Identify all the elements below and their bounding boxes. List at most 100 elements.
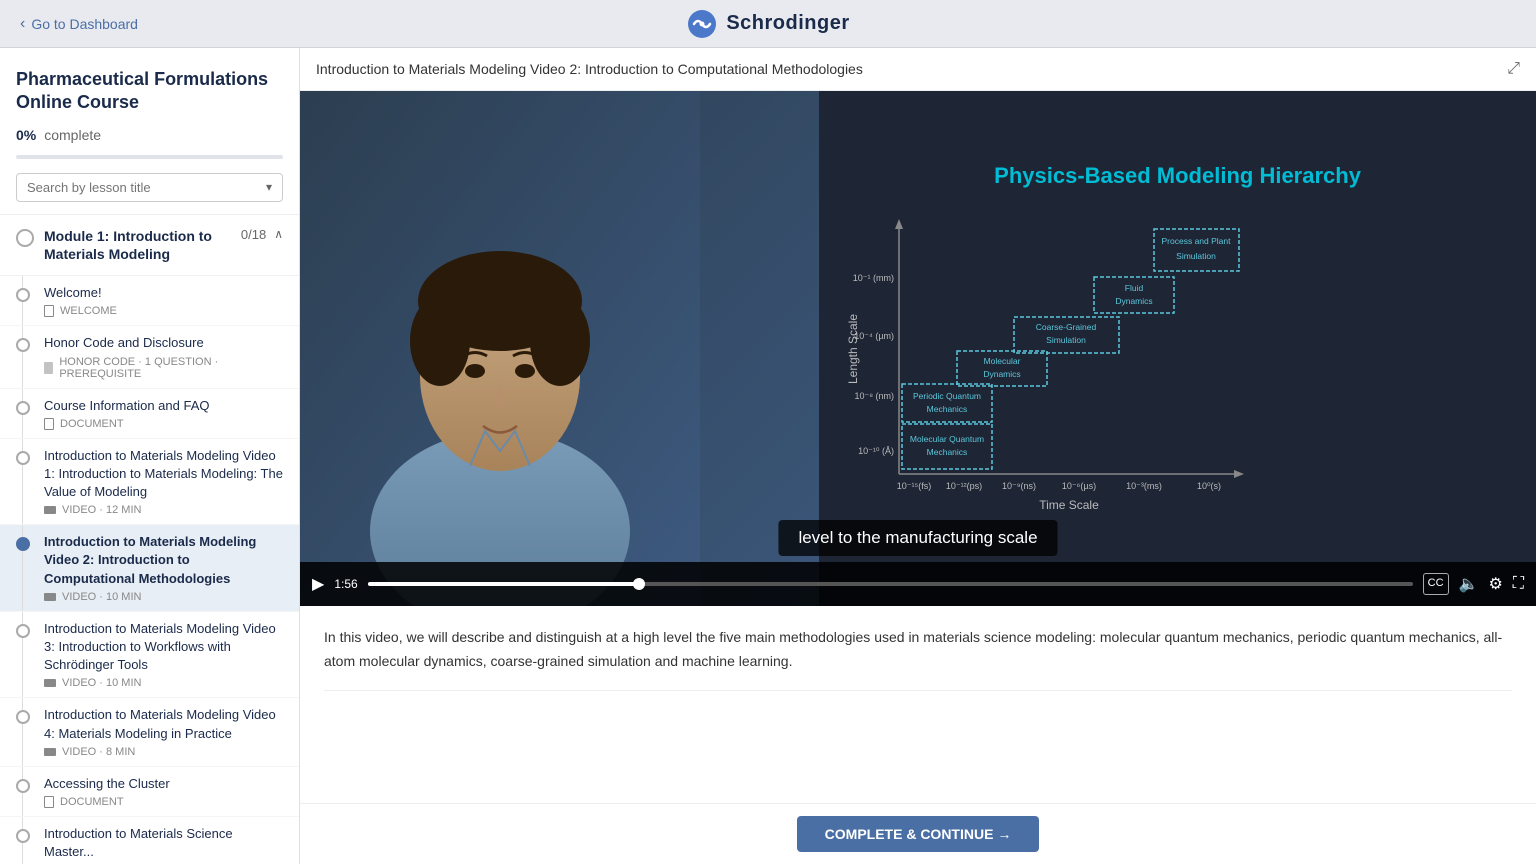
- lesson-meta: VIDEO · 10 MIN: [44, 591, 283, 603]
- lesson-circle-icon: [16, 451, 30, 465]
- chevron-left-icon: ‹: [20, 15, 25, 33]
- subtitle-text: level to the manufacturing scale: [798, 528, 1037, 547]
- lesson-type-label: DOCUMENT: [60, 418, 124, 430]
- lesson-item-video2[interactable]: Introduction to Materials Modeling Video…: [0, 525, 299, 612]
- quiz-icon: [44, 362, 53, 374]
- module-title-row: Module 1: Introduction to Materials Mode…: [44, 227, 266, 263]
- back-to-dashboard-link[interactable]: ‹ Go to Dashboard: [20, 15, 138, 33]
- lesson-type-label: HONOR CODE · 1 QUESTION · PREREQUISITE: [59, 356, 283, 380]
- lesson-title: Introduction to Materials Modeling Video…: [44, 620, 283, 675]
- svg-text:Dynamics: Dynamics: [1115, 296, 1152, 306]
- progress-track[interactable]: [368, 582, 1413, 586]
- progress-row: 0% complete: [16, 127, 283, 143]
- lesson-title: Introduction to Materials Modeling Video…: [44, 706, 283, 742]
- lesson-circle-icon: [16, 537, 30, 551]
- svg-text:Mechanics: Mechanics: [927, 447, 968, 457]
- video-icon: [44, 679, 56, 687]
- lesson-circle-icon: [16, 401, 30, 415]
- svg-text:10⁻³(ms): 10⁻³(ms): [1126, 481, 1162, 491]
- lesson-content: Welcome! WELCOME: [44, 284, 283, 317]
- lesson-meta: VIDEO · 8 MIN: [44, 746, 283, 758]
- svg-text:10⁻⁶(µs): 10⁻⁶(µs): [1062, 481, 1096, 491]
- lesson-title: Introduction to Materials Science Master…: [44, 825, 283, 861]
- svg-text:Simulation: Simulation: [1176, 251, 1216, 261]
- module-1-header[interactable]: Module 1: Introduction to Materials Mode…: [0, 215, 299, 276]
- complete-bar: COMPLETE & CONTINUE →: [300, 803, 1536, 864]
- current-time: 1:56: [334, 577, 357, 591]
- document-icon: [44, 418, 54, 430]
- progress-bar-background: [16, 155, 283, 159]
- lesson-title: Honor Code and Disclosure: [44, 334, 283, 352]
- module-circle-icon: [16, 229, 34, 247]
- course-title: Pharmaceutical Formulations Online Cours…: [16, 68, 283, 115]
- svg-text:Length Scale: Length Scale: [846, 314, 860, 384]
- fullscreen-icon[interactable]: ⛶: [1513, 575, 1524, 593]
- brand-name: Schrodinger: [726, 12, 849, 35]
- lesson-item-honor-code[interactable]: Honor Code and Disclosure HONOR CODE · 1…: [0, 326, 299, 388]
- lesson-meta: HONOR CODE · 1 QUESTION · PREREQUISITE: [44, 356, 283, 380]
- document-icon: [44, 305, 54, 317]
- lesson-type-label: DOCUMENT: [60, 796, 124, 808]
- svg-text:10⁻⁴ (µm): 10⁻⁴ (µm): [854, 331, 894, 341]
- description-divider: [324, 690, 1512, 691]
- top-navigation: ‹ Go to Dashboard Schrodinger: [0, 0, 1536, 48]
- video-player[interactable]: Physics-Based Modeling Hierarchy Length …: [300, 91, 1536, 606]
- lesson-content: Introduction to Materials Modeling Video…: [44, 447, 283, 517]
- svg-text:10⁻¹²(ps): 10⁻¹²(ps): [946, 481, 982, 491]
- lesson-meta: DOCUMENT: [44, 796, 283, 808]
- lesson-circle-icon: [16, 338, 30, 352]
- svg-text:Simulation: Simulation: [1046, 335, 1086, 345]
- lesson-content: Accessing the Cluster DOCUMENT: [44, 775, 283, 808]
- progress-percentage: 0%: [16, 127, 36, 143]
- brand-logo: Schrodinger: [686, 8, 849, 40]
- lesson-item-cluster[interactable]: Accessing the Cluster DOCUMENT: [0, 767, 299, 817]
- lesson-title: Welcome!: [44, 284, 283, 302]
- lesson-content: Introduction to Materials Modeling Video…: [44, 533, 283, 603]
- volume-icon[interactable]: 🔈: [1459, 574, 1479, 594]
- svg-text:Molecular Quantum: Molecular Quantum: [910, 434, 984, 444]
- module-count: 0/18: [241, 227, 266, 242]
- video-controls: ▶ 1:56 CC 🔈 ⚙ ⛶: [300, 562, 1536, 606]
- lesson-circle-icon: [16, 829, 30, 843]
- lesson-item-video1[interactable]: Introduction to Materials Modeling Video…: [0, 439, 299, 526]
- lesson-type-label: VIDEO · 10 MIN: [62, 677, 141, 689]
- progress-played: [368, 582, 640, 586]
- expand-icon[interactable]: ⤢: [1507, 60, 1520, 78]
- svg-text:Time Scale: Time Scale: [1039, 498, 1099, 512]
- lesson-item-course-info[interactable]: Course Information and FAQ DOCUMENT: [0, 389, 299, 439]
- lesson-title: Accessing the Cluster: [44, 775, 283, 793]
- presenter-silhouette: [300, 91, 700, 606]
- svg-text:Process and Plant: Process and Plant: [1162, 236, 1232, 246]
- lesson-item-video5[interactable]: Introduction to Materials Science Master…: [0, 817, 299, 864]
- svg-text:Mechanics: Mechanics: [927, 404, 968, 414]
- progress-thumb: [633, 578, 645, 590]
- lesson-circle-icon: [16, 624, 30, 638]
- lesson-content: Introduction to Materials Modeling Video…: [44, 620, 283, 690]
- lesson-meta: VIDEO · 10 MIN: [44, 677, 283, 689]
- search-lesson-box[interactable]: ▾: [16, 173, 283, 202]
- lesson-item-welcome[interactable]: Welcome! WELCOME: [0, 276, 299, 326]
- lesson-content: Course Information and FAQ DOCUMENT: [44, 397, 283, 430]
- sidebar-lesson-list: Module 1: Introduction to Materials Mode…: [0, 215, 299, 864]
- main-layout: Pharmaceutical Formulations Online Cours…: [0, 48, 1536, 864]
- complete-continue-button[interactable]: COMPLETE & CONTINUE →: [797, 816, 1040, 852]
- description-area: In this video, we will describe and dist…: [300, 606, 1536, 803]
- search-lesson-input[interactable]: [27, 180, 266, 195]
- lesson-type-label: VIDEO · 10 MIN: [62, 591, 141, 603]
- lesson-meta: VIDEO · 12 MIN: [44, 504, 283, 516]
- main-content: Introduction to Materials Modeling Video…: [300, 48, 1536, 864]
- lesson-type-label: VIDEO · 8 MIN: [62, 746, 135, 758]
- lesson-item-video3[interactable]: Introduction to Materials Modeling Video…: [0, 612, 299, 699]
- lesson-title: Introduction to Materials Modeling Video…: [44, 533, 283, 588]
- document-icon: [44, 796, 54, 808]
- search-dropdown-arrow-icon: ▾: [266, 180, 272, 194]
- closed-captions-button[interactable]: CC: [1423, 573, 1449, 594]
- progress-label: complete: [44, 127, 101, 143]
- lesson-item-video4[interactable]: Introduction to Materials Modeling Video…: [0, 698, 299, 766]
- lesson-content: Honor Code and Disclosure HONOR CODE · 1…: [44, 334, 283, 379]
- collapse-arrow-icon: ∧: [274, 227, 283, 241]
- play-button[interactable]: ▶: [312, 574, 324, 594]
- svg-text:10⁰(s): 10⁰(s): [1197, 481, 1221, 491]
- video-icon: [44, 506, 56, 514]
- settings-icon[interactable]: ⚙: [1488, 574, 1502, 594]
